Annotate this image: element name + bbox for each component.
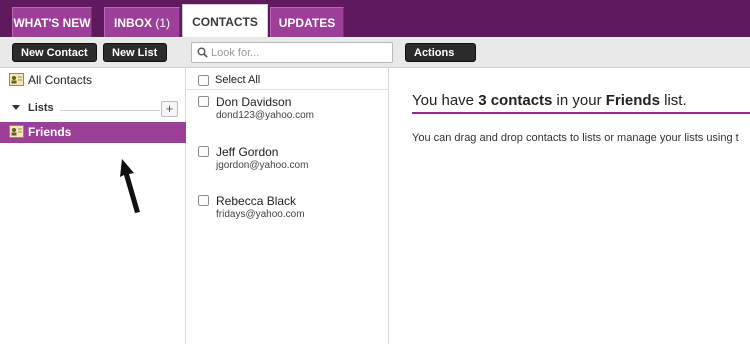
actions-dropdown-button[interactable]: Actions	[405, 43, 476, 73]
tab-contacts-label: CONTACTS	[192, 15, 258, 29]
tab-updates[interactable]: UPDATES	[270, 7, 344, 37]
list-detail-pane: You have 3 contacts in your Friends list…	[390, 68, 750, 344]
lists-divider	[60, 110, 160, 111]
contact-name: Jeff Gordon	[216, 145, 279, 159]
address-book-icon	[9, 125, 24, 138]
tab-whats-new-label: WHAT'S NEW	[13, 16, 91, 30]
contact-row[interactable]: Don Davidson dond123@yahoo.com	[198, 95, 388, 129]
lists-sidebar: All Contacts Lists + Friends	[0, 68, 186, 344]
heading-text-1: You have	[412, 92, 479, 109]
contact-email: fridays@yahoo.com	[216, 209, 305, 220]
inbox-unread-count: (1)	[155, 16, 171, 30]
lists-header-label: Lists	[28, 102, 54, 114]
heading-contact-count: 3 contacts	[478, 92, 553, 109]
heading-divider	[412, 112, 750, 114]
select-all-checkbox[interactable]	[198, 75, 209, 86]
help-text: You can drag and drop contacts to lists …	[412, 132, 739, 144]
annotation-arrow-icon	[120, 159, 140, 213]
new-contact-button[interactable]: New Contact	[12, 43, 97, 62]
heading-text-3: list.	[659, 92, 687, 109]
new-list-button[interactable]: New List	[103, 43, 167, 62]
select-all-row[interactable]: Select All	[198, 73, 388, 89]
contacts-list-pane: Select All Don Davidson dond123@yahoo.co…	[187, 68, 389, 344]
contact-email: jgordon@yahoo.com	[216, 160, 309, 171]
add-list-button[interactable]: +	[161, 101, 178, 117]
search-icon	[197, 47, 208, 58]
tab-inbox-label: INBOX	[113, 16, 152, 30]
list-summary-heading: You have 3 contacts in your Friends list…	[412, 92, 687, 109]
tab-inbox[interactable]: INBOX (1)	[104, 7, 180, 37]
contact-row[interactable]: Rebecca Black fridays@yahoo.com	[198, 194, 388, 228]
actions-label: Actions	[414, 47, 455, 59]
heading-text-2: in your	[552, 92, 606, 109]
lists-section-header[interactable]: Lists	[12, 102, 182, 118]
sidebar-item-friends[interactable]: Friends	[0, 122, 186, 143]
toolbar: New Contact New List Actions	[0, 37, 750, 73]
contact-email: dond123@yahoo.com	[216, 110, 314, 121]
collapse-triangle-icon	[12, 105, 20, 110]
tab-whats-new[interactable]: WHAT'S NEW	[12, 7, 92, 37]
contact-checkbox[interactable]	[198, 96, 209, 107]
contact-checkbox[interactable]	[198, 146, 209, 157]
all-contacts-label: All Contacts	[28, 73, 93, 87]
top-tab-bar: WHAT'S NEW INBOX (1) CONTACTS UPDATES	[0, 0, 750, 38]
tab-contacts[interactable]: CONTACTS	[182, 4, 268, 38]
heading-list-name: Friends	[605, 92, 660, 109]
search-box	[191, 42, 393, 63]
all-contacts-item[interactable]: All Contacts	[9, 73, 92, 87]
select-all-divider	[187, 89, 389, 90]
tab-updates-label: UPDATES	[278, 16, 336, 30]
contact-name: Don Davidson	[216, 95, 292, 109]
search-input[interactable]	[211, 45, 389, 60]
contact-checkbox[interactable]	[198, 195, 209, 206]
address-book-icon	[9, 73, 24, 86]
sidebar-item-label: Friends	[28, 125, 72, 139]
contact-row[interactable]: Jeff Gordon jgordon@yahoo.com	[198, 145, 388, 179]
select-all-label: Select All	[215, 74, 261, 86]
contact-name: Rebecca Black	[216, 194, 297, 208]
